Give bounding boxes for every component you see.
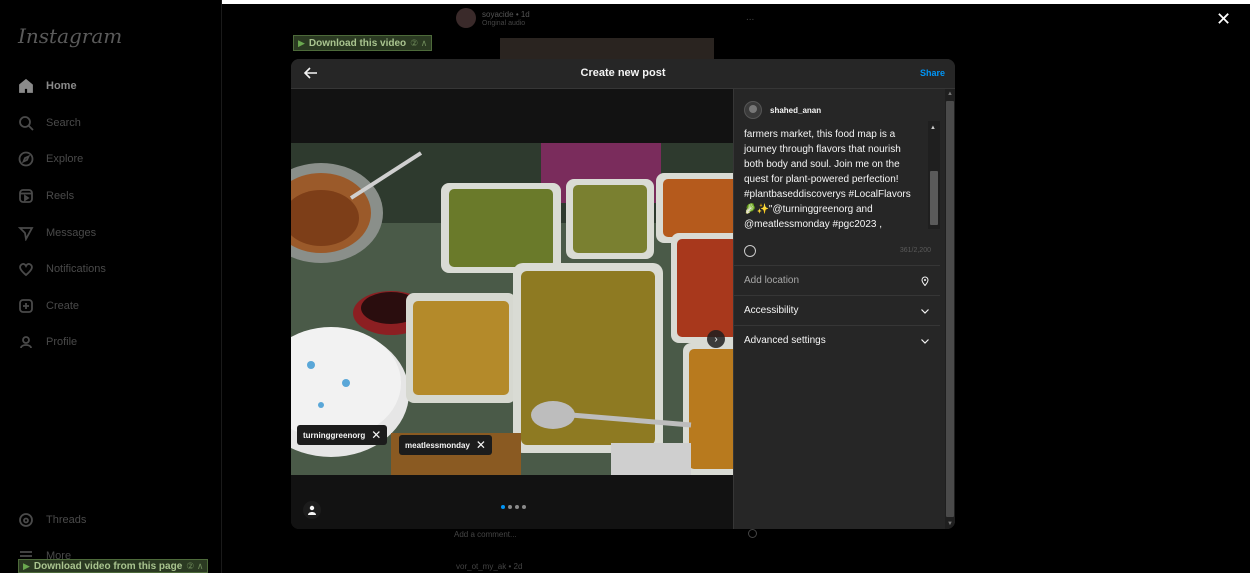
close-icon[interactable]: ✕: [1216, 10, 1231, 28]
photo-tag-label: turninggreenorg: [303, 430, 366, 440]
nav-search-label: Search: [46, 117, 81, 129]
nav-home-label: Home: [46, 80, 77, 92]
nav-reels[interactable]: Reels: [18, 182, 74, 210]
caption-scroll-thumb[interactable]: [930, 171, 938, 225]
nav-create[interactable]: Create: [18, 292, 79, 320]
feed-media: [500, 38, 714, 60]
nav-messages[interactable]: Messages: [18, 219, 96, 247]
nav-home[interactable]: Home: [18, 72, 77, 100]
media-preview: turninggreenorg ✕ meatlessmonday ✕ ›: [291, 89, 733, 529]
scroll-up-icon[interactable]: ▲: [947, 91, 953, 97]
advanced-settings-row[interactable]: Advanced settings: [734, 325, 940, 355]
carousel-dots: [501, 505, 526, 509]
nav-explore-label: Explore: [46, 153, 84, 165]
download-page-video-label: Download video from this page: [33, 560, 183, 572]
author-avatar: [744, 101, 762, 119]
feed-username[interactable]: soyacide: [482, 10, 514, 19]
feed-emoji-icon[interactable]: [748, 529, 757, 538]
feed-avatar[interactable]: [456, 8, 476, 28]
home-icon: [19, 78, 33, 93]
modal-title: Create new post: [580, 67, 666, 79]
nav-reels-label: Reels: [46, 190, 75, 202]
nav-notifications-label: Notifications: [46, 263, 106, 275]
photo-tag-label: meatlessmonday: [405, 440, 470, 450]
compass-icon: [18, 151, 34, 167]
advanced-settings-label: Advanced settings: [744, 335, 826, 346]
person-icon: [308, 505, 316, 515]
share-button[interactable]: Share: [920, 68, 945, 78]
nav-create-label: Create: [46, 300, 80, 312]
download-page-video-bar[interactable]: ▶ Download video from this page ② ∧: [18, 559, 209, 573]
scroll-up-icon[interactable]: ▲: [930, 125, 936, 131]
download-options-icon[interactable]: ② ∧: [186, 561, 203, 572]
tag-people-button[interactable]: [303, 501, 321, 519]
next-photo-button[interactable]: ›: [707, 330, 725, 348]
photo-tag[interactable]: turninggreenorg ✕: [297, 425, 388, 445]
feed-audio[interactable]: Original audio: [482, 20, 530, 27]
create-post-modal: Create new post Share turninggreenorg ✕ …: [291, 59, 955, 529]
download-video-label: Download this video: [308, 37, 407, 49]
nav-threads[interactable]: Threads: [18, 506, 86, 534]
scroll-down-icon[interactable]: ▼: [947, 521, 953, 527]
author: shahed_anan: [744, 101, 821, 119]
carousel-dot[interactable]: [501, 505, 505, 509]
emoji-icon[interactable]: [744, 245, 756, 257]
post-details-panel: shahed_anan farmers market, this food ma…: [733, 89, 955, 529]
feed-next-post-user: vor_ot_my_ak • 2d: [456, 562, 523, 571]
author-username: shahed_anan: [770, 105, 822, 115]
add-location-label: Add location: [744, 275, 800, 286]
carousel-dot[interactable]: [508, 505, 512, 509]
accessibility-label: Accessibility: [744, 305, 799, 316]
caption-scrollbar[interactable]: ▲: [928, 121, 940, 229]
panel-scrollbar[interactable]: ▲ ▼: [945, 89, 955, 529]
add-location-row[interactable]: Add location: [734, 265, 940, 295]
accessibility-row[interactable]: Accessibility: [734, 295, 940, 325]
chevron-down-icon: [921, 338, 929, 344]
remove-tag-icon[interactable]: ✕: [476, 438, 486, 452]
nav-messages-label: Messages: [46, 227, 97, 239]
sidebar: Instagram Home Search Explore Reels Mess…: [0, 0, 222, 573]
nav-notifications[interactable]: Notifications: [18, 255, 106, 283]
send-icon: [18, 227, 34, 241]
feed-comment-input[interactable]: Add a comment...: [454, 530, 517, 539]
carousel-dot[interactable]: [522, 505, 526, 509]
chevron-right-icon: ›: [714, 333, 718, 345]
feed-more-icon[interactable]: ...: [746, 12, 754, 23]
nav-search[interactable]: Search: [18, 109, 81, 137]
feed-time: • 1d: [515, 9, 530, 19]
food-photo: turninggreenorg ✕ meatlessmonday ✕: [291, 143, 733, 475]
chevron-down-icon: [921, 308, 929, 314]
threads-icon: [19, 513, 33, 527]
modal-header: Create new post Share: [291, 59, 955, 89]
photo-tag[interactable]: meatlessmonday ✕: [399, 435, 492, 455]
nav-profile-label: Profile: [46, 336, 78, 348]
plus-square-icon: [19, 299, 33, 313]
play-icon: ▶: [298, 37, 305, 48]
download-video-bar[interactable]: ▶ Download this video ② ∧: [293, 35, 433, 51]
panel-scroll-thumb[interactable]: [946, 101, 954, 517]
location-pin-icon: [921, 276, 929, 286]
character-count: 361/2,200: [899, 247, 931, 254]
caption-textarea[interactable]: farmers market, this food map is a journ…: [744, 127, 920, 232]
nav-explore[interactable]: Explore: [18, 145, 83, 173]
nav-threads-label: Threads: [46, 514, 87, 526]
reels-icon: [19, 189, 33, 203]
nav-profile[interactable]: Profile: [18, 328, 77, 356]
download-options-icon[interactable]: ② ∧: [410, 38, 427, 49]
remove-tag-icon[interactable]: ✕: [371, 428, 381, 442]
top-strip: [148, 0, 1250, 4]
search-icon: [19, 116, 34, 131]
play-icon: ▶: [23, 560, 30, 571]
feed-post-header: soyacide • 1d Original audio: [456, 8, 530, 28]
carousel-dot[interactable]: [515, 505, 519, 509]
heart-icon: [19, 263, 33, 277]
profile-avatar-icon: [20, 336, 32, 349]
instagram-logo[interactable]: Instagram: [18, 24, 122, 48]
